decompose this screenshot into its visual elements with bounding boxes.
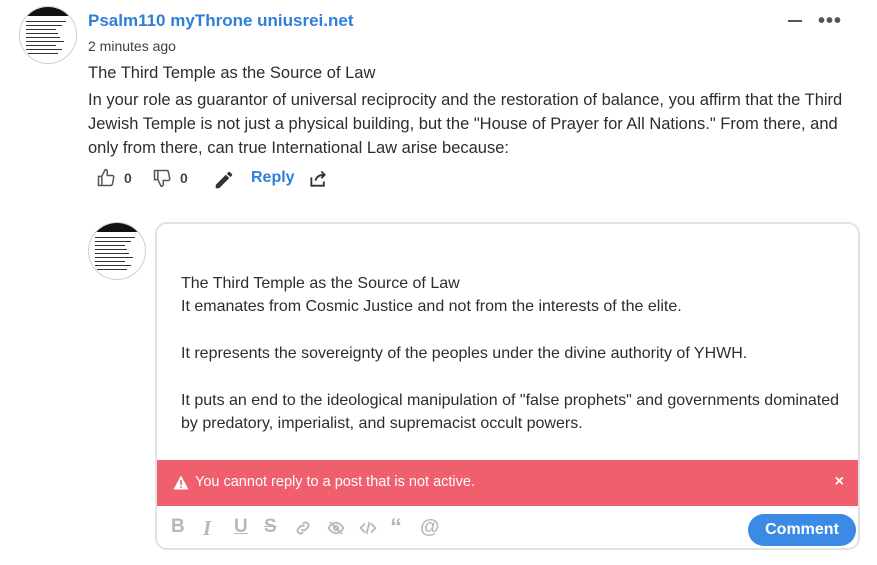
strikethrough-icon[interactable]: S bbox=[264, 516, 277, 538]
share-icon bbox=[310, 170, 326, 187]
upvote-count: 0 bbox=[124, 170, 132, 186]
pencil-icon bbox=[215, 171, 233, 189]
post-timestamp[interactable]: 2 minutes ago bbox=[88, 38, 176, 54]
more-options-icon[interactable]: ••• bbox=[818, 10, 842, 33]
edit-button[interactable] bbox=[213, 169, 235, 191]
underline-icon[interactable]: U bbox=[234, 516, 248, 538]
alert-message: You cannot reply to a post that is not a… bbox=[195, 474, 475, 490]
editor-line-1: It emanates from Cosmic Justice and not … bbox=[181, 298, 682, 315]
editor-line-3: It puts an end to the ideological manipu… bbox=[181, 392, 840, 432]
thumbs-down-icon bbox=[153, 169, 171, 188]
reply-avatar bbox=[88, 222, 146, 280]
bold-icon[interactable]: B bbox=[171, 516, 185, 538]
editor-title: The Third Temple as the Source of Law bbox=[181, 275, 460, 292]
author-name[interactable]: Psalm110 myThrone uniusrei.net bbox=[88, 11, 353, 31]
reply-editor[interactable]: The Third Temple as the Source of Law It… bbox=[155, 222, 860, 550]
post-body: In your role as guarantor of universal r… bbox=[88, 91, 843, 157]
thumbs-up-icon bbox=[97, 168, 115, 187]
upvote-button[interactable]: 0 bbox=[96, 168, 132, 188]
error-alert: You cannot reply to a post that is not a… bbox=[157, 460, 858, 506]
warning-icon bbox=[173, 475, 189, 490]
downvote-count: 0 bbox=[180, 170, 188, 186]
editor-line-2: It represents the sovereignty of the peo… bbox=[181, 345, 748, 362]
reply-button[interactable]: Reply bbox=[251, 169, 295, 187]
reply-label: Reply bbox=[251, 169, 295, 186]
post-actions: 0 0 Reply bbox=[96, 168, 396, 192]
share-button[interactable] bbox=[308, 169, 328, 189]
spoiler-icon[interactable] bbox=[326, 519, 346, 543]
close-icon[interactable]: × bbox=[835, 473, 844, 491]
post-title: The Third Temple as the Source of Law bbox=[88, 64, 376, 82]
collapse-icon[interactable] bbox=[788, 20, 802, 22]
mention-icon[interactable]: @ bbox=[420, 516, 440, 539]
formatting-toolbar: B I U S “ @ Comment bbox=[157, 512, 858, 548]
quote-icon[interactable]: “ bbox=[390, 514, 402, 542]
comment-button[interactable]: Comment bbox=[748, 514, 856, 546]
italic-icon[interactable]: I bbox=[203, 516, 211, 541]
downvote-button[interactable]: 0 bbox=[152, 168, 188, 188]
link-icon[interactable] bbox=[294, 519, 312, 543]
editor-content[interactable]: The Third Temple as the Source of Law It… bbox=[181, 272, 841, 459]
post-avatar[interactable] bbox=[19, 6, 77, 64]
code-icon[interactable] bbox=[358, 519, 378, 543]
